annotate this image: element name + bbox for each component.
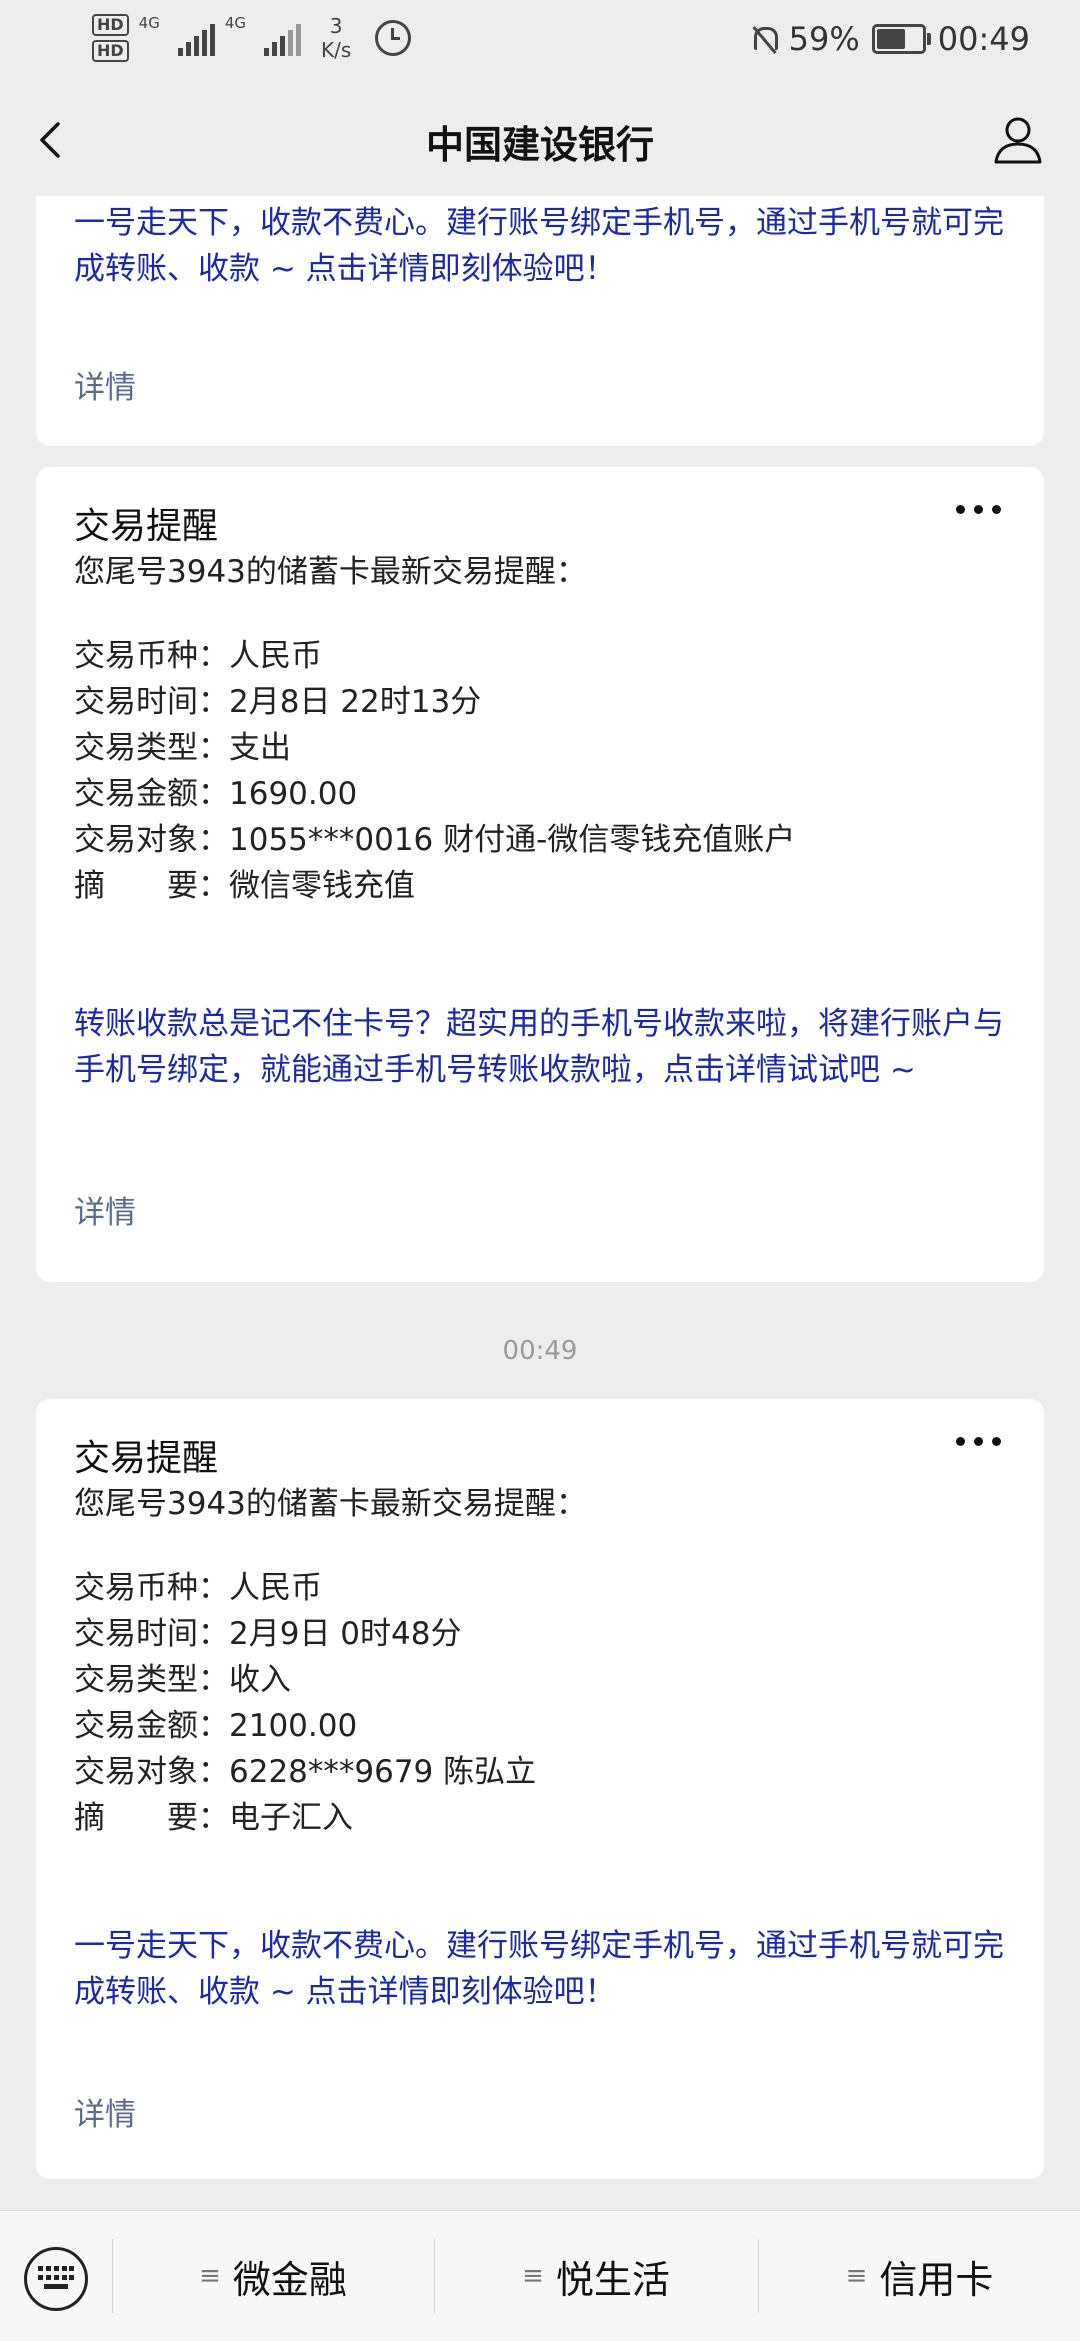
promo-text[interactable]: 转账收款总是记不住卡号？超实用的手机号收款来啦，将建行账户与手机号绑定，就能通过… [74, 1001, 1006, 1093]
keyboard-toggle-icon[interactable] [24, 2247, 88, 2311]
field-type: 交易类型：支出 [74, 730, 291, 766]
message-card-partial: 一号走天下，收款不费心。建行账号绑定手机号，通过手机号就可完成转账、收款 ~ 点… [36, 196, 1044, 446]
field-time: 交易时间：2月9日 0时48分 [74, 1616, 462, 1652]
detail-link[interactable]: 详情 [74, 2089, 136, 2134]
field-counterparty: 交易对象：6228***9679 陈弘立 [74, 1754, 537, 1790]
menu-list-icon: ≡ [522, 2261, 544, 2291]
menu-list-icon: ≡ [845, 2261, 868, 2291]
detail-link[interactable]: 详情 [74, 362, 136, 407]
signal-icon-1 [177, 20, 215, 56]
transaction-card-2: 交易提醒 您尾号3943的储蓄卡最新交易提醒： 交易币种：人民币 交易时间：2月… [36, 1399, 1044, 2179]
message-timestamp: 00:49 [502, 1336, 578, 1366]
field-amount: 交易金额：1690.00 [74, 776, 358, 812]
menu-yueshenghuo[interactable]: ≡ 悦生活 [435, 2211, 757, 2341]
alarm-icon [375, 20, 412, 56]
hd-icon: HD HD [92, 14, 129, 62]
intro-text: 您尾号3943的储蓄卡最新交易提醒： [74, 554, 587, 590]
more-options-icon[interactable] [956, 1437, 1002, 1447]
field-summary: 摘 要：电子汇入 [74, 1800, 353, 1836]
field-time: 交易时间：2月8日 22时13分 [74, 684, 482, 720]
more-options-icon[interactable] [956, 505, 1002, 515]
nav-bar: 中国建设银行 [0, 84, 1080, 196]
menu-list-icon: ≡ [199, 2261, 221, 2291]
field-amount: 交易金额：2100.00 [74, 1708, 358, 1744]
promo-text[interactable]: 一号走天下，收款不费心。建行账号绑定手机号，通过手机号就可完成转账、收款 ~ 点… [74, 200, 1006, 292]
mute-bell-icon [751, 25, 778, 53]
menu-xinyongka[interactable]: ≡ 信用卡 [759, 2211, 1080, 2341]
battery-icon [871, 24, 931, 54]
message-list[interactable]: 一号走天下，收款不费心。建行账号绑定手机号，通过手机号就可完成转账、收款 ~ 点… [0, 196, 1080, 2210]
network-type-1: 4G [138, 14, 160, 32]
field-currency: 交易币种：人民币 [74, 1570, 322, 1606]
detail-link[interactable]: 详情 [74, 1187, 136, 1232]
field-currency: 交易币种：人民币 [74, 638, 322, 674]
signal-icon-2 [264, 20, 302, 56]
profile-icon[interactable] [992, 114, 1044, 166]
network-type-2: 4G [224, 14, 247, 32]
field-list: 交易币种：人民币 交易时间：2月8日 22时13分 交易类型：支出 交易金额：1… [74, 633, 795, 909]
promo-text[interactable]: 一号走天下，收款不费心。建行账号绑定手机号，通过手机号就可完成转账、收款 ~ 点… [74, 1923, 1006, 2015]
field-counterparty: 交易对象：1055***0016 财付通-微信零钱充值账户 [74, 822, 796, 858]
card-title: 交易提醒 [74, 506, 219, 547]
field-type: 交易类型：收入 [74, 1662, 291, 1698]
transaction-card-1: 交易提醒 您尾号3943的储蓄卡最新交易提醒： 交易币种：人民币 交易时间：2月… [36, 467, 1044, 1282]
field-list: 交易币种：人民币 交易时间：2月9日 0时48分 交易类型：收入 交易金额：21… [74, 1565, 536, 1841]
menu-weijinrong[interactable]: ≡ 微金融 [113, 2211, 433, 2341]
card-title: 交易提醒 [74, 1438, 219, 1479]
battery-percent: 59% [788, 20, 860, 58]
bottom-menu-bar: ≡ 微金融 ≡ 悦生活 ≡ 信用卡 [0, 2210, 1080, 2341]
page-title: 中国建设银行 [425, 123, 654, 167]
clock: 00:49 [937, 20, 1030, 58]
status-bar: HD HD 4G 4G 3 K/s 59% 00:49 [0, 0, 1080, 84]
field-summary: 摘 要：微信零钱充值 [74, 868, 415, 904]
intro-text: 您尾号3943的储蓄卡最新交易提醒： [74, 1486, 587, 1522]
net-speed: 3 K/s [321, 14, 352, 62]
